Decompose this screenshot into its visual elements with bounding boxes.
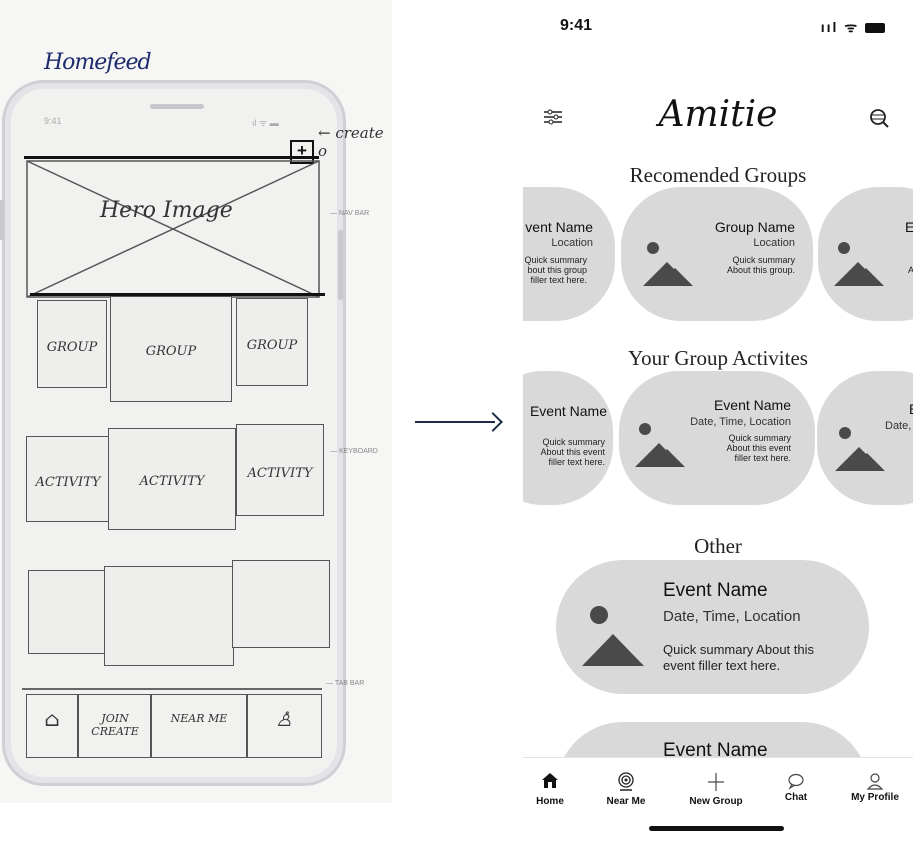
sketch-create-note: ← create o xyxy=(318,124,384,160)
sketch-status-icons: ıl ᯤ ▬ xyxy=(252,118,279,128)
image-placeholder-icon xyxy=(635,423,685,467)
wifi-icon: ᯤ xyxy=(844,19,860,35)
card-summary: Quick summary About this group. xyxy=(726,255,795,275)
tab-my-profile[interactable]: My Profile xyxy=(836,772,913,803)
card-subtitle: Date, Time, Location xyxy=(663,608,801,625)
card-summary: A xyxy=(908,265,913,275)
card-title: Group Name xyxy=(714,219,795,235)
sketch-box xyxy=(28,570,106,654)
card-subtitle: Date, Time, Location xyxy=(690,416,791,428)
sketch-activity-box: ACTIVITY xyxy=(236,424,324,516)
flow-arrow-head xyxy=(483,412,503,432)
card-summary: Quick summary About this event filler te… xyxy=(663,642,814,673)
sketch-activity-box: ACTIVITY xyxy=(108,428,236,530)
sketch-side-button xyxy=(0,200,4,240)
tab-chat[interactable]: Chat xyxy=(757,772,835,803)
tab-near-me[interactable]: Near Me xyxy=(587,772,665,807)
app-brand: Amitie xyxy=(658,94,778,135)
sketch-divider xyxy=(22,688,322,690)
sketch-time: 9:41 xyxy=(44,116,62,126)
sketch-box xyxy=(104,566,234,666)
card-subtitle: Location xyxy=(551,237,593,249)
sketch-group-box: GROUP xyxy=(37,300,107,388)
card-subtitle: Date, xyxy=(885,420,912,432)
card-subtitle: Location xyxy=(753,237,795,249)
activity-card[interactable]: E Date, xyxy=(817,371,913,505)
card-summary: Quick summary About this event filler te… xyxy=(540,437,605,467)
group-card[interactable]: Group Name Location Quick summary About … xyxy=(621,187,813,321)
card-summary: Quick summary About this event filler te… xyxy=(726,433,791,463)
status-time: 9:41 xyxy=(560,17,593,34)
home-indicator xyxy=(649,826,784,831)
sketch-activity-box: ACTIVITY xyxy=(26,436,110,522)
image-placeholder-icon xyxy=(582,606,644,666)
tab-label: My Profile xyxy=(851,792,899,803)
person-icon xyxy=(836,772,913,794)
card-title: Event Name xyxy=(529,403,607,419)
sketch-group-box: GROUP xyxy=(110,296,232,402)
section-title-activities: Your Group Activites xyxy=(628,346,808,370)
sketch-paper: Homefeed 9:41 ıl ᯤ ▬ + ← create o Hero I… xyxy=(0,0,392,803)
battery-icon xyxy=(865,23,885,34)
sketch-keyboard-label: — KEYBOARD xyxy=(330,448,378,455)
card-title: E xyxy=(905,219,913,235)
status-icons: ııl ᯤ xyxy=(821,18,885,37)
image-placeholder-icon xyxy=(834,242,884,286)
tab-label: Near Me xyxy=(606,796,646,807)
card-title: E xyxy=(909,401,913,417)
sketch-tab-near-me: NEAR ME xyxy=(150,694,248,758)
search-icon[interactable] xyxy=(868,108,890,133)
chat-icon xyxy=(757,772,835,794)
sketch-group-box: GROUP xyxy=(236,298,308,386)
card-summary: Quick summary bout this group filler tex… xyxy=(524,255,587,285)
home-icon xyxy=(523,772,589,794)
event-card[interactable]: Event Name Date, Time, Location Quick su… xyxy=(556,560,869,694)
sketch-hero-label: Hero Image xyxy=(100,198,233,223)
activity-card[interactable]: Event Name Date, Time, Location Quick su… xyxy=(619,371,815,505)
sketch-tab-bar-label: — TAB BAR xyxy=(326,680,365,687)
plus-icon xyxy=(677,772,755,794)
sketch-tab-join-create: JOIN CREATE xyxy=(78,694,152,758)
activity-card[interactable]: Event Name Quick summary About this even… xyxy=(523,371,613,505)
tab-label: Chat xyxy=(784,792,808,803)
signal-icon: ııl xyxy=(820,19,839,35)
tab-label: Home xyxy=(536,796,564,807)
phone-screen: 9:41 ııl ᯤ Amitie Recomended Groups vent… xyxy=(523,0,913,844)
tab-home[interactable]: Home xyxy=(523,772,589,807)
card-title: Event Name xyxy=(663,580,768,601)
section-title-recommended: Recomended Groups xyxy=(629,163,807,187)
image-placeholder-icon xyxy=(643,242,693,286)
sketch-side-button xyxy=(338,230,343,300)
tab-label: New Group xyxy=(689,796,743,807)
sketch-tab-home: ⌂ xyxy=(26,694,78,758)
card-title: vent Name xyxy=(525,219,593,235)
group-card[interactable]: vent Name Location Quick summary bout th… xyxy=(523,187,615,321)
section-title-other: Other xyxy=(694,534,742,558)
sketch-title: Homefeed xyxy=(44,50,152,75)
sketch-hero-image xyxy=(26,160,320,298)
card-title: Event Name xyxy=(713,397,791,413)
sketch-tab-profile: ♙ xyxy=(246,694,322,758)
sketch-box xyxy=(232,560,330,648)
sketch-nav-bar-label: — NAV BAR xyxy=(330,210,370,217)
image-placeholder-icon xyxy=(835,427,885,471)
location-icon xyxy=(587,772,665,794)
sketch-notch xyxy=(150,104,204,109)
sketch-divider xyxy=(24,156,319,159)
tab-new-group[interactable]: New Group xyxy=(677,772,755,807)
group-card[interactable]: E A xyxy=(818,187,913,321)
